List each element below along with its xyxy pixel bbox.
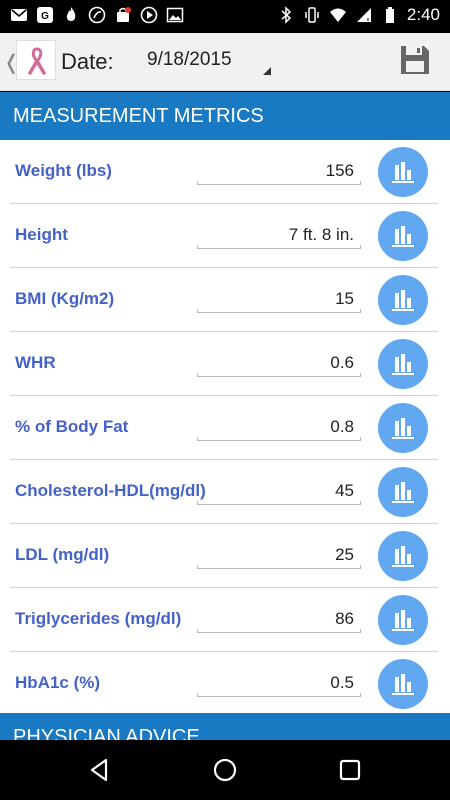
input-underline (197, 629, 361, 633)
chart-bars-icon (392, 226, 414, 247)
metric-value-input[interactable]: 156 (197, 161, 354, 181)
vibrate-icon (305, 7, 319, 23)
date-picker[interactable]: 9/18/2015 (147, 49, 232, 71)
metric-row-bmi: BMI (Kg/m2) 15 (0, 268, 450, 332)
metric-label: Weight (lbs) (15, 161, 112, 180)
system-nav-bar (0, 740, 450, 800)
metric-row-whr: WHR 0.6 (0, 332, 450, 396)
section-header-measurement: MEASUREMENT METRICS (0, 92, 450, 140)
app-notification-icon: G (37, 7, 53, 23)
date-label: Date: (61, 49, 114, 74)
chart-button[interactable] (378, 211, 428, 261)
bluetooth-icon (281, 6, 292, 24)
metric-row-height: Height 7 ft. 8 in. (0, 204, 450, 268)
metric-value-input[interactable]: 0.6 (197, 353, 354, 373)
metric-value-input[interactable]: 15 (197, 289, 354, 309)
flame-icon (66, 7, 76, 21)
chart-bars-icon (392, 418, 414, 439)
metric-value-input[interactable]: 7 ft. 8 in. (197, 225, 354, 245)
metric-value-input[interactable]: 45 (197, 481, 354, 501)
chart-bars-icon (392, 354, 414, 375)
notification-icons: G (10, 6, 184, 24)
ribbon-logo-icon (28, 47, 46, 75)
chart-bars-icon (392, 482, 414, 503)
chart-bars-icon (392, 546, 414, 567)
metric-label: LDL (mg/dl) (15, 545, 110, 564)
chart-bars-icon (392, 674, 414, 695)
input-underline (197, 373, 361, 377)
chart-button[interactable] (378, 595, 428, 645)
metrics-screen: MEASUREMENT METRICS Weight (lbs) 156 Hei… (0, 92, 450, 740)
metric-label: % of Body Fat (15, 417, 129, 436)
home-icon[interactable] (211, 756, 239, 784)
image-icon (166, 7, 184, 23)
metric-label: Cholesterol-HDL(mg/dl) (15, 481, 206, 500)
input-underline (197, 309, 361, 313)
metric-row-triglycerides: Triglycerides (mg/dl) 86 (0, 588, 450, 652)
back-icon[interactable] (86, 756, 114, 784)
metric-row-ldl: LDL (mg/dl) 25 (0, 524, 450, 588)
date-dropdown-caret-icon[interactable] (263, 67, 271, 75)
input-underline (197, 693, 361, 697)
chart-bars-icon (392, 290, 414, 311)
chart-button[interactable] (378, 467, 428, 517)
chart-button[interactable] (378, 531, 428, 581)
input-underline (197, 501, 361, 505)
chart-button[interactable] (378, 659, 428, 709)
status-bar: G 2:40 (0, 0, 450, 33)
metric-value-input[interactable]: 0.5 (197, 673, 354, 693)
input-underline (197, 437, 361, 441)
bag-alert-icon (117, 7, 131, 22)
mail-icon (11, 9, 27, 21)
app-bar: ❬ Date: 9/18/2015 (0, 33, 450, 91)
recents-icon[interactable] (336, 756, 364, 784)
chart-button[interactable] (378, 147, 428, 197)
input-underline (197, 565, 361, 569)
svg-text:G: G (41, 11, 49, 22)
metrics-list: Weight (lbs) 156 Height 7 ft. 8 in. BMI … (0, 140, 450, 716)
clock-time: 2:40 (406, 5, 440, 24)
metric-row-weight: Weight (lbs) 156 (0, 140, 450, 204)
chart-bars-icon (392, 610, 414, 631)
metric-row-body-fat: % of Body Fat 0.8 (0, 396, 450, 460)
system-icons: 2:40 (277, 5, 440, 25)
chart-button[interactable] (378, 403, 428, 453)
chart-bars-icon (392, 162, 414, 183)
metric-label: HbA1c (%) (15, 673, 101, 692)
input-underline (197, 245, 361, 249)
input-underline (197, 181, 361, 185)
metric-label: Triglycerides (mg/dl) (15, 609, 182, 628)
battery-icon (385, 7, 394, 23)
metric-row-hdl: Cholesterol-HDL(mg/dl) 45 (0, 460, 450, 524)
signal-icon (356, 8, 371, 22)
metric-value-input[interactable]: 86 (197, 609, 354, 629)
metric-label: BMI (Kg/m2) (15, 289, 115, 308)
play-games-icon (140, 6, 158, 24)
chart-button[interactable] (378, 339, 428, 389)
app-logo[interactable] (16, 40, 56, 80)
metric-label: WHR (15, 353, 56, 372)
metric-label: Height (15, 225, 68, 244)
section-header-physician: PHYSICIAN ADVICE (0, 713, 450, 740)
chart-button[interactable] (378, 275, 428, 325)
music-disc-icon (88, 6, 106, 24)
save-floppy-icon[interactable] (398, 43, 432, 77)
metric-row-hba1c: HbA1c (%) 0.5 (0, 652, 450, 716)
metric-value-input[interactable]: 0.8 (197, 417, 354, 437)
metric-value-input[interactable]: 25 (197, 545, 354, 565)
wifi-icon (329, 8, 346, 22)
